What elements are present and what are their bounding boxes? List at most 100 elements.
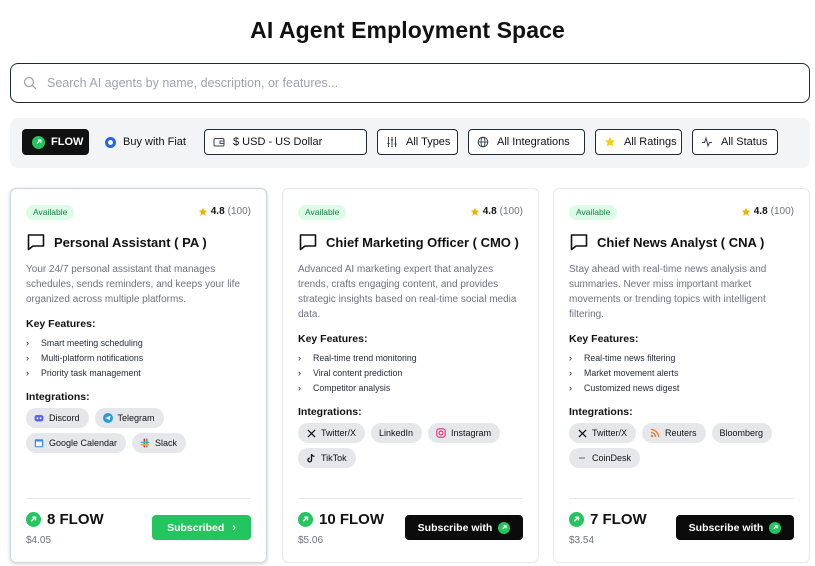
integrations-heading: Integrations:: [26, 391, 90, 403]
features-list: › Smart meeting scheduling › Multi-platfor…: [26, 335, 143, 380]
integrations-list: Twitter/X LinkedIn Instagram TikTok: [298, 423, 530, 468]
star-icon: [741, 207, 751, 216]
subscribed-button-label: Subscribed: [167, 521, 225, 534]
card-title: Chief Marketing Officer ( CMO ): [298, 232, 519, 252]
integrations-filter-label: All Integrations: [497, 136, 570, 148]
feature-item: › Real-time news filtering: [569, 352, 676, 363]
search-input[interactable]: [47, 76, 747, 90]
integration-chip: Telegram: [94, 408, 164, 428]
x-icon: [306, 428, 316, 438]
subscribed-button[interactable]: Subscribed ›: [152, 515, 251, 540]
subscribe-button[interactable]: Subscribe with: [676, 515, 794, 540]
rating-value: 4.8: [753, 206, 768, 217]
price-value: 8 FLOW: [47, 511, 104, 528]
divider: [569, 498, 794, 499]
integrations-filter[interactable]: All Integrations: [468, 129, 585, 155]
chevron-right-icon: ›: [569, 367, 572, 378]
search-icon: [23, 76, 37, 90]
card-title-text: Chief Marketing Officer ( CMO ): [326, 234, 519, 250]
x-icon: [577, 428, 587, 438]
chevron-right-icon: ›: [26, 367, 29, 378]
price: 7 FLOW: [569, 511, 647, 528]
fiat-radio-icon: [105, 136, 116, 148]
fiat-price: $5.06: [298, 535, 324, 546]
features-list: › Real-time news filtering › Market moveme…: [569, 350, 679, 395]
price-value: 10 FLOW: [319, 511, 385, 528]
flow-toggle[interactable]: FLOW: [22, 129, 89, 155]
integration-chip: LinkedIn: [371, 423, 423, 443]
agent-card-pa[interactable]: Available 4.8 (100) Personal Assistant (…: [10, 188, 267, 563]
integration-chip: CoinDesk: [569, 448, 641, 468]
flow-coin-icon: [26, 512, 41, 527]
rating: 4.8 (100): [470, 206, 523, 217]
activity-icon: [701, 136, 713, 148]
integration-chip: Twitter/X: [298, 423, 366, 443]
integration-chip: TikTok: [298, 448, 356, 468]
price: 10 FLOW: [298, 511, 384, 528]
status-badge: Available: [298, 205, 347, 220]
subscribe-button[interactable]: Subscribe with: [405, 515, 523, 540]
rating-value: 4.8: [210, 206, 225, 217]
integration-chip: Instagram: [428, 423, 501, 443]
slack-icon: [140, 438, 150, 448]
feature-item: › Customized news digest: [569, 382, 680, 393]
integrations-list: Discord Telegram Google Calendar Slack: [26, 408, 258, 453]
divider: [298, 498, 523, 499]
status-filter[interactable]: All Status: [692, 129, 778, 155]
chevron-right-icon: ›: [26, 352, 29, 363]
chevron-right-icon: ›: [298, 352, 301, 363]
agent-card-cmo[interactable]: Available 4.8 (100) Chief Marketing Offi…: [282, 188, 539, 563]
star-icon: [470, 207, 480, 216]
rating-count: (100): [499, 206, 523, 217]
feature-item: › Smart meeting scheduling: [26, 337, 143, 348]
card-title: Personal Assistant ( PA ): [26, 232, 207, 252]
feature-item: › Multi-platform notifications: [26, 352, 144, 363]
discord-icon: [34, 413, 44, 423]
integration-chip: Reuters: [642, 423, 706, 443]
wallet-icon: [213, 136, 225, 148]
card-description: Stay ahead with real-time news analysis …: [569, 264, 767, 320]
card-description: Your 24/7 personal assistant that manage…: [26, 264, 241, 305]
ratings-filter[interactable]: All Ratings: [595, 129, 682, 155]
types-filter[interactable]: All Types: [377, 129, 458, 155]
fiat-toggle[interactable]: Buy with Fiat: [96, 129, 192, 155]
search-bar[interactable]: [10, 63, 810, 103]
rating: 4.8 (100): [198, 206, 251, 217]
feature-item: › Viral content prediction: [298, 367, 403, 378]
features-heading: Key Features:: [26, 318, 96, 330]
features-list: › Real-time trend monitoring › Viral conte…: [298, 350, 417, 395]
star-icon: [604, 136, 616, 148]
chevron-right-icon: ›: [569, 352, 572, 363]
agent-card-cna[interactable]: Available 4.8 (100) Chief News Analyst (…: [553, 188, 810, 563]
feature-item: › Priority task management: [26, 367, 141, 378]
rss-icon: [650, 428, 660, 438]
flow-coin-icon: [769, 521, 782, 534]
integration-chip: Discord: [26, 408, 89, 428]
fiat-price: $4.05: [26, 535, 52, 546]
feature-item: › Competitor analysis: [298, 382, 391, 393]
flow-coin-icon: [298, 512, 313, 527]
fiat-price: $3.54: [569, 535, 595, 546]
rating-value: 4.8: [482, 206, 497, 217]
chat-bubble-icon: [299, 234, 317, 251]
integration-chip: Twitter/X: [569, 423, 637, 443]
currency-select[interactable]: $ USD - US Dollar: [204, 129, 367, 155]
chevron-right-icon: ›: [298, 367, 301, 378]
flow-coin-icon: [32, 135, 45, 149]
chevron-right-icon: ›: [232, 521, 236, 534]
globe-icon: [477, 136, 489, 148]
integration-chip: Google Calendar: [26, 433, 127, 453]
chat-bubble-icon: [27, 234, 45, 251]
subscribe-button-label: Subscribe with: [417, 521, 493, 534]
card-title-text: Personal Assistant ( PA ): [54, 234, 207, 250]
star-icon: [198, 207, 208, 216]
rating: 4.8 (100): [741, 206, 794, 217]
currency-select-label: $ USD - US Dollar: [233, 136, 323, 148]
instagram-icon: [436, 428, 446, 438]
price: 8 FLOW: [26, 511, 104, 528]
filter-bar: FLOW Buy with Fiat $ USD - US Dollar All…: [10, 118, 810, 168]
divider: [26, 498, 251, 499]
status-badge: Available: [26, 205, 75, 220]
feature-item: › Real-time trend monitoring: [298, 352, 417, 363]
chevron-right-icon: ›: [569, 382, 572, 393]
